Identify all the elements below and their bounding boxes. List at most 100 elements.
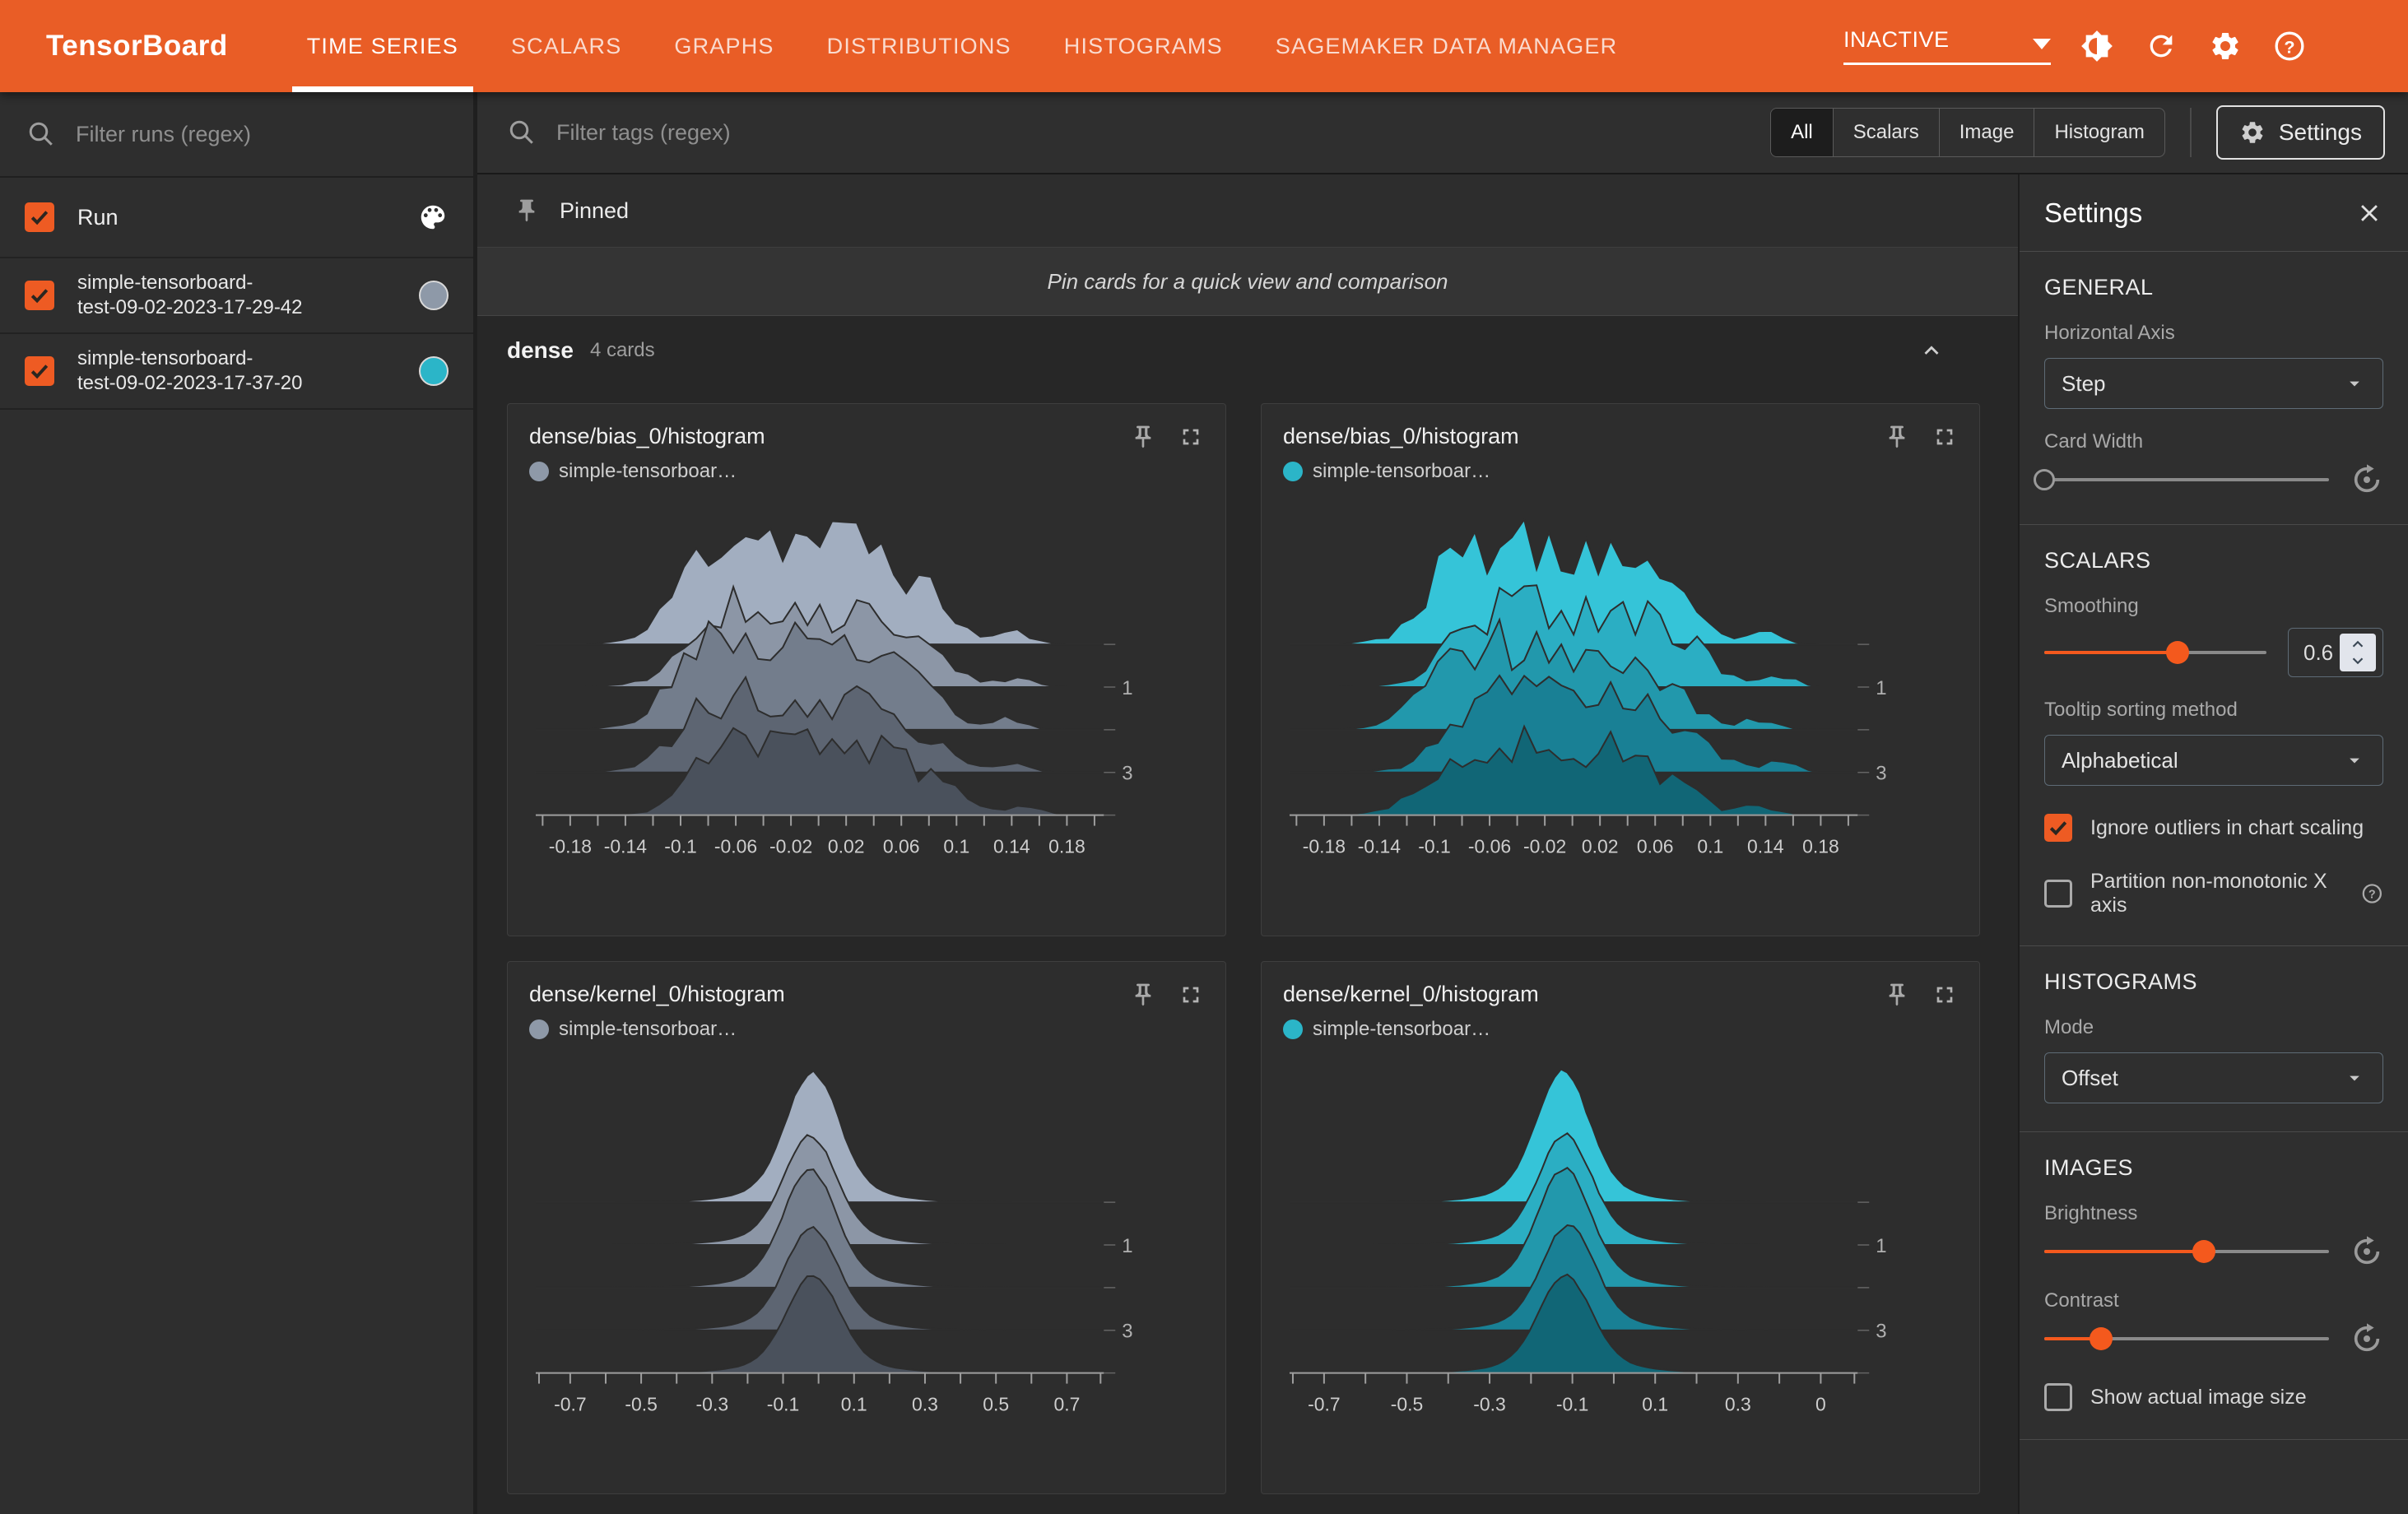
svg-text:-0.3: -0.3 [696,1393,729,1414]
show-actual-size-row[interactable]: Show actual image size [2044,1383,2383,1411]
gear-icon [2242,122,2263,143]
svg-text:-0.7: -0.7 [554,1393,587,1414]
ridgeline-histogram-chart[interactable]: -0.7 -0.5 -0.3 -0.1 0.1 0.3 0 1 3 [1283,1044,1958,1431]
slider-thumb[interactable] [2192,1240,2215,1263]
header-settings-button[interactable] [2207,28,2243,64]
histogram-mode-dropdown[interactable]: Offset [2044,1052,2383,1103]
section-heading: SCALARS [2044,548,2151,573]
tab-time-series[interactable]: TIME SERIES [281,0,485,92]
svg-text:0.06: 0.06 [883,835,920,857]
run-color-swatch[interactable] [419,281,449,310]
legend-run-label: simple-tensorboar… [559,460,737,482]
select-all-runs-checkbox[interactable] [25,202,54,232]
number-stepper[interactable] [2340,634,2376,671]
svg-text:-0.7: -0.7 [1308,1393,1341,1414]
svg-text:-0.02: -0.02 [769,835,812,857]
fullscreen-icon[interactable] [1932,424,1958,450]
pin-card-icon[interactable] [1130,982,1156,1008]
fullscreen-icon[interactable] [1932,982,1958,1008]
pin-card-icon[interactable] [1130,424,1156,450]
app-header: TensorBoard TIME SERIES SCALARS GRAPHS D… [0,0,2408,92]
close-icon[interactable] [2355,199,2383,227]
svg-text:-0.5: -0.5 [625,1393,658,1414]
tab-scalars[interactable]: SCALARS [485,0,648,92]
slider-thumb[interactable] [2090,1327,2113,1350]
pin-card-icon[interactable] [1884,982,1910,1008]
svg-text:0.1: 0.1 [943,835,969,857]
help-icon[interactable]: ? [2361,881,2383,906]
histogram-card: dense/kernel_0/histogram simple-tensorbo… [1261,961,1980,1494]
card-title: dense/kernel_0/histogram [1283,982,1539,1006]
reload-status-dropdown[interactable]: INACTIVE [1843,27,2051,65]
pinned-empty-banner: Pin cards for a quick view and compariso… [477,247,2018,316]
chip-all[interactable]: All [1771,109,1833,156]
tags-filter-input[interactable] [555,118,1746,146]
horizontal-axis-label: Horizontal Axis [2044,322,2175,344]
svg-text:0.02: 0.02 [828,835,865,857]
header-actions: INACTIVE ? [1843,27,2408,65]
reset-icon[interactable] [2350,1235,2383,1268]
show-actual-size-checkbox[interactable] [2044,1383,2072,1411]
svg-text:0.14: 0.14 [1747,835,1784,857]
run-row-1[interactable]: simple-tensorboard- test-09-02-2023-17-2… [0,258,473,334]
smoothing-number-input[interactable]: 0.6 [2288,628,2383,677]
ignore-outliers-checkbox[interactable] [2044,814,2072,842]
card-legend: simple-tensorboar… [529,1018,1204,1041]
run-checkbox[interactable] [25,281,54,310]
settings-button-label: Settings [2278,119,2362,145]
ridgeline-histogram-chart[interactable]: -0.18 -0.14 -0.1 -0.06 -0.02 0.02 0.06 0.1 0.14 0… [529,486,1204,873]
chip-scalars[interactable]: Scalars [1832,109,1939,156]
slider-thumb[interactable] [2034,469,2055,490]
partition-x-axis-row[interactable]: Partition non-monotonic X axis ? [2044,870,2383,917]
ignore-outliers-row[interactable]: Ignore outliers in chart scaling [2044,814,2383,842]
brightness-slider[interactable] [2044,1235,2329,1268]
runs-filter-input[interactable] [74,120,447,148]
tab-distributions[interactable]: DISTRIBUTIONS [801,0,1038,92]
help-button[interactable]: ? [2271,28,2308,64]
chevron-down-icon [2350,1075,2359,1081]
ridgeline-histogram-chart[interactable]: -0.18 -0.14 -0.1 -0.06 -0.02 0.02 0.06 0.1 0.14 0… [1283,486,1958,873]
slider-thumb[interactable] [2166,641,2189,664]
collapse-chevron-up-icon[interactable] [1918,337,1945,365]
partition-x-axis-checkbox[interactable] [2044,880,2072,908]
check-icon [30,289,49,304]
runs-list-header: Run [0,178,473,258]
run-checkbox[interactable] [25,356,54,386]
open-settings-button[interactable]: Settings [2215,105,2385,160]
histogram-mode-label: Mode [2044,1016,2094,1038]
reset-icon[interactable] [2350,463,2383,496]
settings-section-histograms: HISTOGRAMS Mode Offset [2020,946,2408,1132]
card-width-slider[interactable] [2034,463,2329,496]
tooltip-sorting-label: Tooltip sorting method [2044,699,2238,721]
pinned-label: Pinned [560,197,630,223]
contrast-slider[interactable] [2044,1322,2329,1355]
fullscreen-icon[interactable] [1178,982,1204,1008]
horizontal-axis-dropdown[interactable]: Step [2044,358,2383,409]
histogram-card: dense/kernel_0/histogram simple-tensorbo… [507,961,1226,1494]
settings-panel: Settings GENERAL Horizontal Axis Step Ca… [2018,174,2408,1514]
refresh-button[interactable] [2143,28,2179,64]
reset-icon[interactable] [2350,1322,2383,1355]
tooltip-sorting-dropdown[interactable]: Alphabetical [2044,735,2383,786]
chip-histogram[interactable]: Histogram [2034,109,2164,156]
fullscreen-icon[interactable] [1178,424,1204,450]
tab-graphs[interactable]: GRAPHS [648,0,800,92]
section-heading: GENERAL [2044,275,2154,300]
chip-image[interactable]: Image [1938,109,2034,156]
run-color-dot [529,462,549,481]
tag-group-header-dense[interactable]: dense 4 cards [477,316,2018,385]
tab-sagemaker-data-manager[interactable]: SAGEMAKER DATA MANAGER [1249,0,1643,92]
ridgeline-histogram-chart[interactable]: -0.7 -0.5 -0.3 -0.1 0.1 0.3 0.5 0.7 1 3 [529,1044,1204,1431]
svg-text:-0.06: -0.06 [1468,835,1511,857]
run-row-2[interactable]: simple-tensorboard- test-09-02-2023-17-3… [0,334,473,410]
card-title: dense/bias_0/histogram [1283,424,1519,448]
tab-histograms[interactable]: HISTOGRAMS [1038,0,1249,92]
palette-icon[interactable] [417,202,449,233]
run-color-swatch[interactable] [419,356,449,386]
smoothing-slider[interactable] [2044,636,2266,669]
histogram-card: dense/bias_0/histogram simple-tensorboar… [1261,403,1980,936]
brightness-toggle-button[interactable] [2079,28,2115,64]
pin-icon [518,199,535,222]
tags-filter-row [507,118,1746,147]
pin-card-icon[interactable] [1884,424,1910,450]
